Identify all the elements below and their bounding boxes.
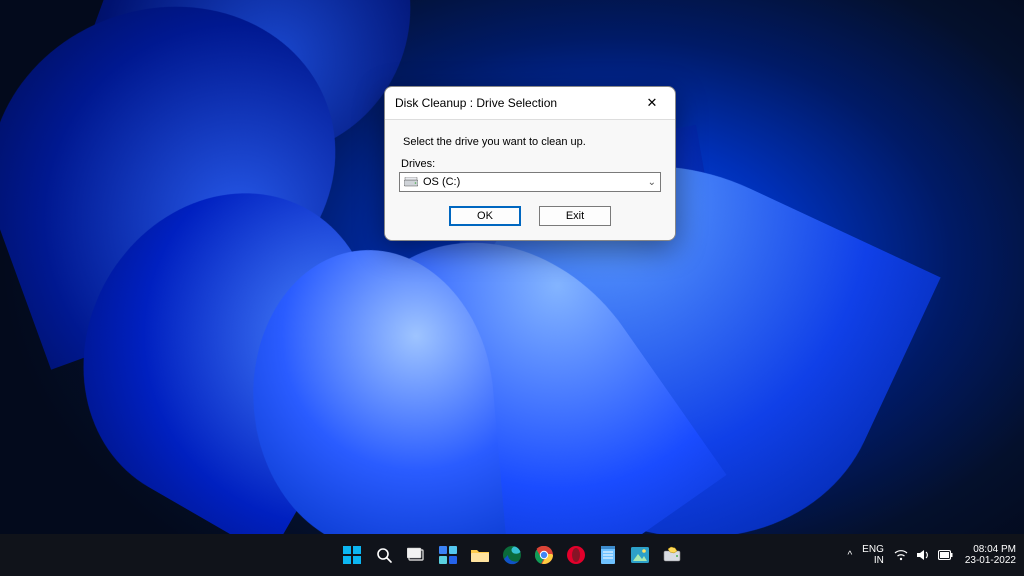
ok-button[interactable]: OK xyxy=(449,206,521,226)
volume-icon xyxy=(916,548,930,562)
disk-cleanup-icon xyxy=(662,545,682,565)
taskbar-icon-chrome[interactable] xyxy=(531,542,557,568)
drives-label: Drives: xyxy=(401,158,661,170)
taskbar: ^ ENG IN 08:04 PM 23-01-2022 xyxy=(0,534,1024,576)
taskbar-icon-photos[interactable] xyxy=(627,542,653,568)
dialog-title: Disk Cleanup : Drive Selection xyxy=(395,96,557,110)
taskbar-icon-edge[interactable] xyxy=(499,542,525,568)
tray-overflow-icon[interactable]: ^ xyxy=(847,550,852,561)
drive-select[interactable]: OS (C:) ⌄ xyxy=(399,172,661,192)
region-code: IN xyxy=(862,555,884,566)
taskbar-icon-task-view[interactable] xyxy=(403,542,429,568)
exit-button[interactable]: Exit xyxy=(539,206,611,226)
disk-cleanup-dialog: Disk Cleanup : Drive Selection ✕ Select … xyxy=(384,86,676,241)
drive-select-value: OS (C:) xyxy=(423,176,460,188)
desktop: Disk Cleanup : Drive Selection ✕ Select … xyxy=(0,0,1024,576)
dialog-body: Select the drive you want to clean up. D… xyxy=(385,120,675,240)
search-icon xyxy=(375,546,393,564)
taskbar-icon-opera[interactable] xyxy=(563,542,589,568)
taskbar-icon-widgets[interactable] xyxy=(435,542,461,568)
taskbar-icon-disk-cleanup[interactable] xyxy=(659,542,685,568)
chrome-icon xyxy=(534,545,554,565)
chevron-down-icon: ⌄ xyxy=(648,177,656,188)
language-code: ENG xyxy=(862,544,884,555)
drive-icon xyxy=(404,177,418,187)
taskbar-icon-notepad[interactable] xyxy=(595,542,621,568)
wifi-icon xyxy=(894,548,908,562)
taskbar-center xyxy=(339,542,685,568)
clock-date: 23-01-2022 xyxy=(965,555,1016,566)
edge-icon xyxy=(502,545,522,565)
clock[interactable]: 08:04 PM 23-01-2022 xyxy=(965,544,1016,566)
task-view-icon xyxy=(407,546,425,564)
dialog-titlebar[interactable]: Disk Cleanup : Drive Selection ✕ xyxy=(385,87,675,120)
photos-icon xyxy=(630,546,650,564)
close-button[interactable]: ✕ xyxy=(637,93,667,113)
dialog-instruction: Select the drive you want to clean up. xyxy=(403,136,661,148)
opera-icon xyxy=(566,545,586,565)
taskbar-icon-start[interactable] xyxy=(339,542,365,568)
taskbar-icon-file-explorer[interactable] xyxy=(467,542,493,568)
file-explorer-icon xyxy=(470,546,490,564)
start-icon xyxy=(343,546,361,564)
clock-time: 08:04 PM xyxy=(965,544,1016,555)
taskbar-right: ^ ENG IN 08:04 PM 23-01-2022 xyxy=(847,544,1018,566)
dialog-button-row: OK Exit xyxy=(399,206,661,226)
notepad-icon xyxy=(599,545,617,565)
taskbar-icon-search[interactable] xyxy=(371,542,397,568)
close-icon: ✕ xyxy=(647,95,658,111)
battery-icon xyxy=(938,549,953,561)
system-tray[interactable] xyxy=(894,548,953,562)
language-indicator[interactable]: ENG IN xyxy=(862,544,884,566)
widgets-icon xyxy=(439,546,457,564)
